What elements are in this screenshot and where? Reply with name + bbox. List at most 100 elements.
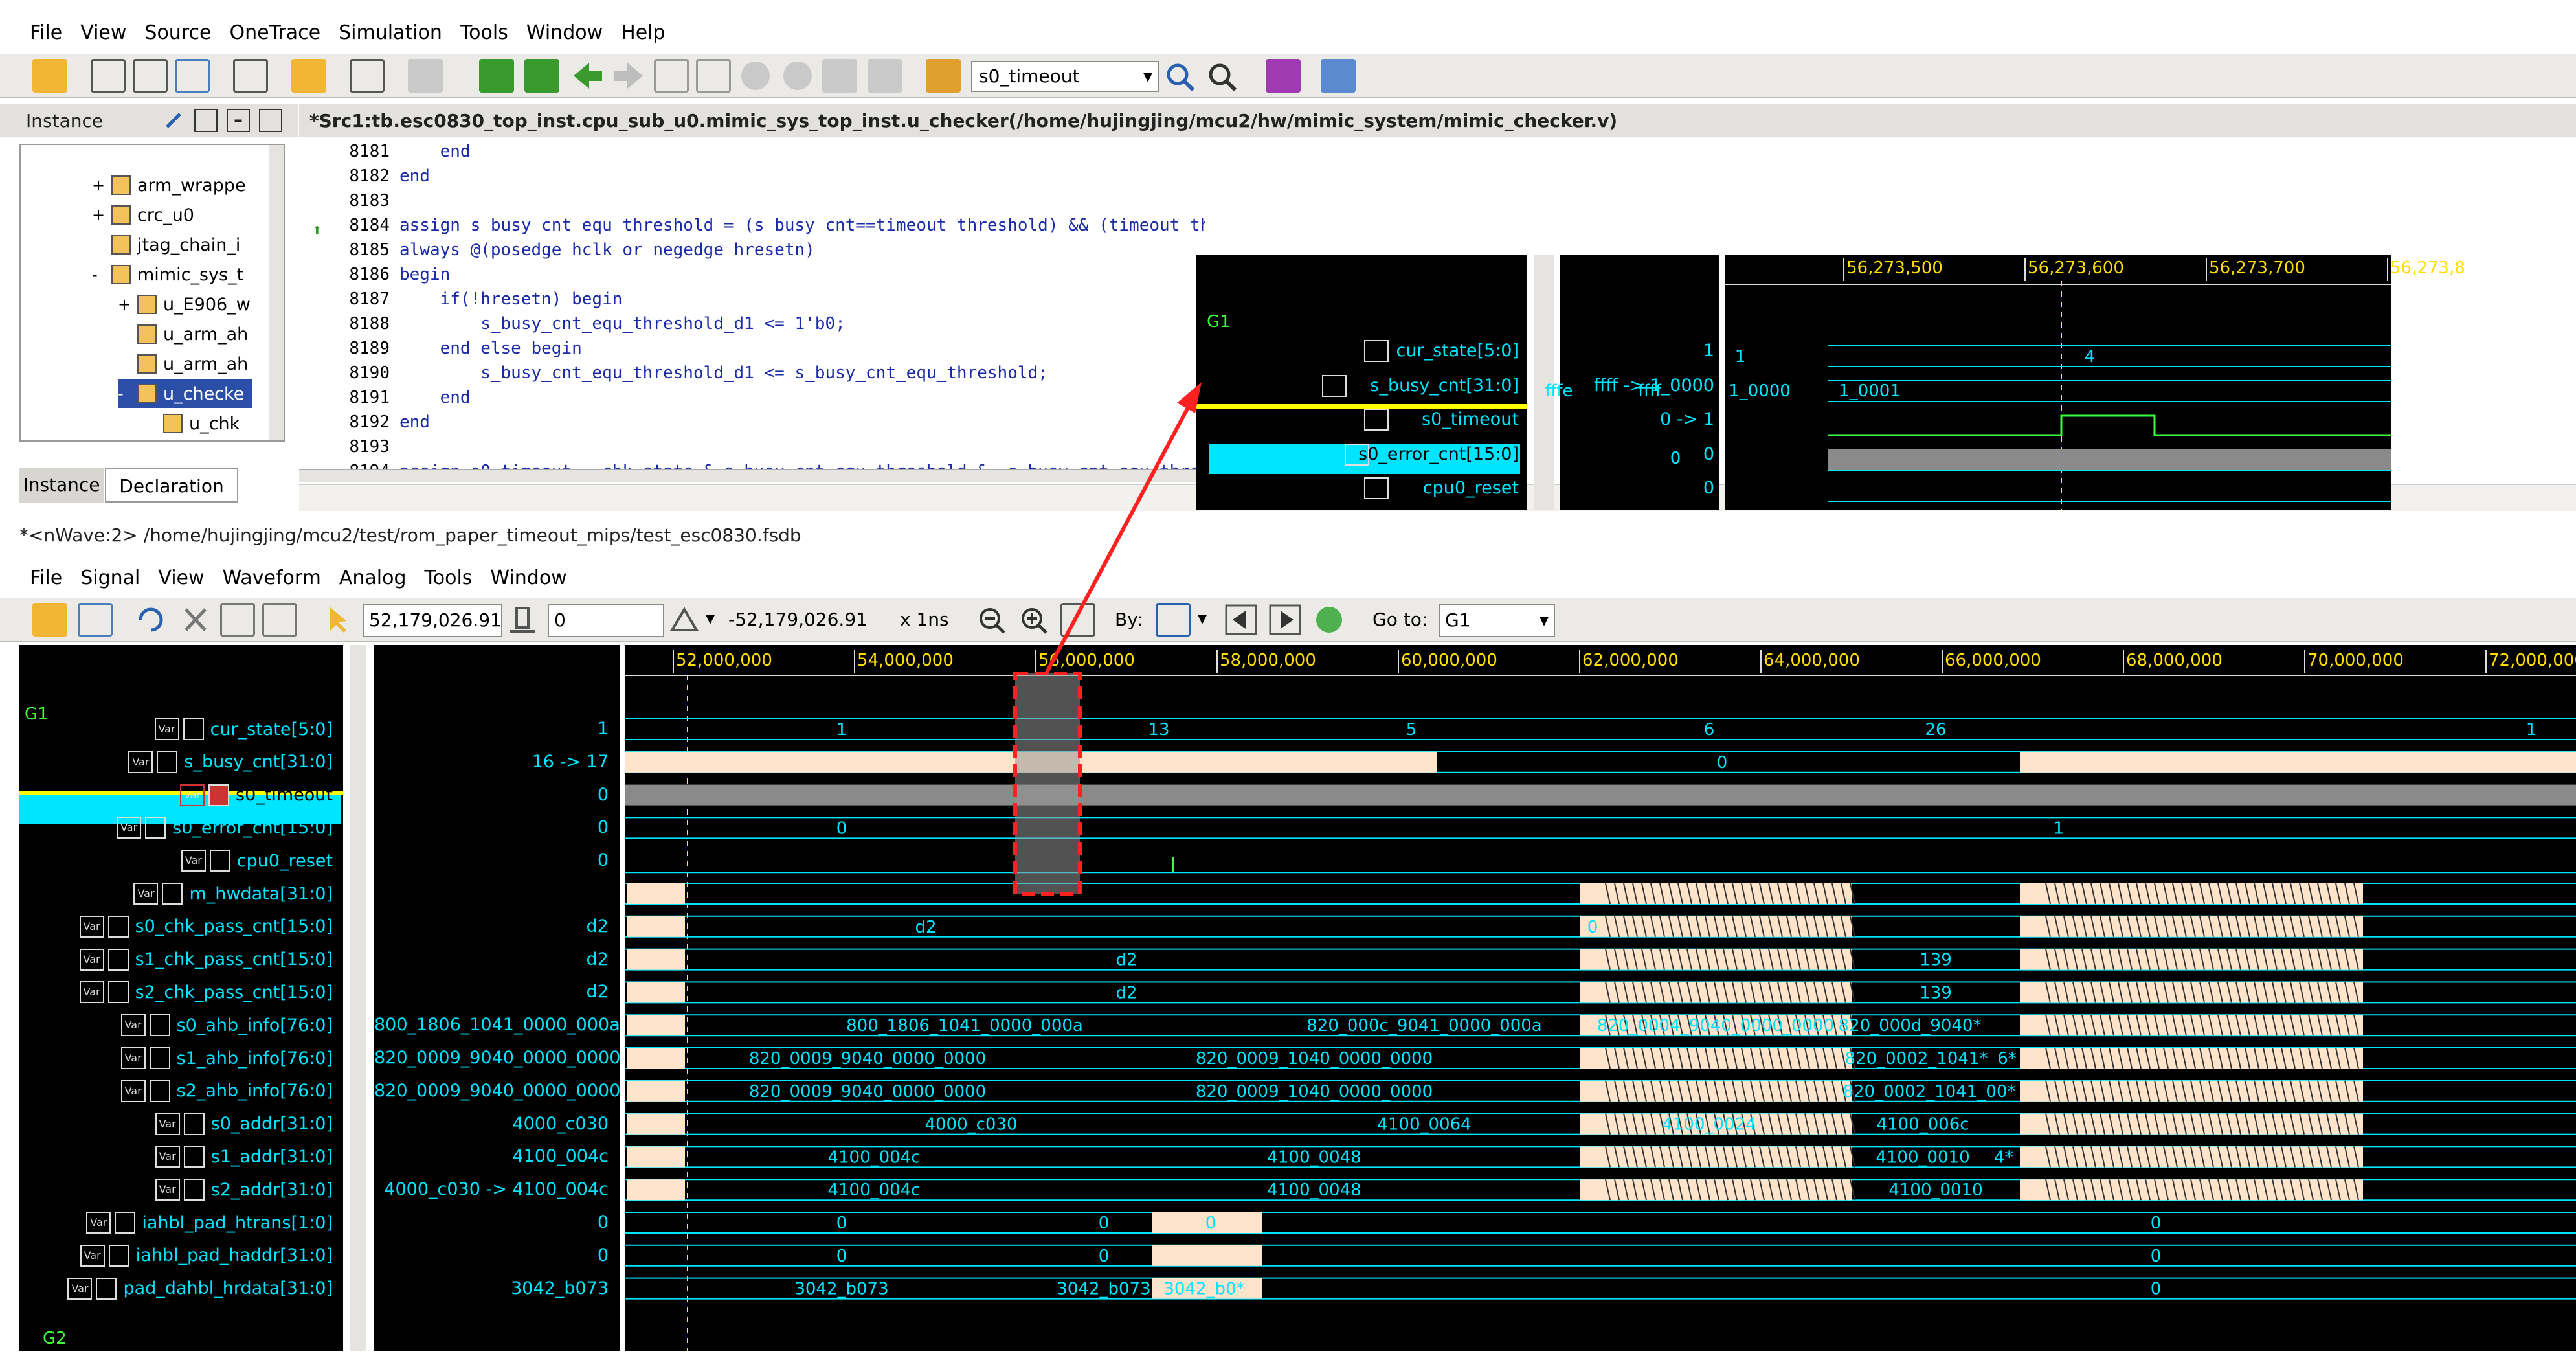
expand-icon[interactable]: + <box>92 206 111 224</box>
pin-icon[interactable] <box>162 109 185 132</box>
signal-name-row[interactable]: Var s2_chk_pass_cnt[15:0] <box>19 977 341 1008</box>
by-dropdown-icon[interactable]: ▾ <box>1198 607 1207 629</box>
nwave-menu-view[interactable]: View <box>158 567 204 589</box>
tab-instance[interactable]: Instance <box>19 468 104 503</box>
signal-name-row[interactable]: Var s1_ahb_info[76:0] <box>19 1043 341 1074</box>
up-icon[interactable] <box>738 59 773 93</box>
cursor-time-field[interactable]: 52,179,026.91 <box>363 604 502 637</box>
nwave-menu-waveform[interactable]: Waveform <box>223 567 321 589</box>
nwave-menu-file[interactable]: File <box>30 567 62 589</box>
signal-name-row[interactable]: Var s0_addr[31:0] <box>19 1109 341 1140</box>
cut-icon[interactable] <box>178 603 213 637</box>
minimize-icon[interactable]: – <box>227 109 250 132</box>
window-icon[interactable] <box>233 59 268 93</box>
doc-icon[interactable] <box>408 59 443 93</box>
tree-item-jtag-chain[interactable]: jtag_chain_i <box>111 231 240 259</box>
delta-icon[interactable] <box>667 603 702 637</box>
marker-icon[interactable] <box>505 603 540 637</box>
signal-select[interactable]: s0_timeout ▾ <box>971 61 1159 92</box>
connect2-icon[interactable] <box>868 59 902 93</box>
signal-name-row[interactable]: Var s1_addr[31:0] <box>19 1141 341 1172</box>
down-icon[interactable] <box>780 59 815 93</box>
menu-window[interactable]: Window <box>526 21 603 44</box>
trace-driver-icon[interactable] <box>524 59 559 93</box>
tree-item-crc-u0[interactable]: + crc_u0 <box>92 201 194 229</box>
open-folder-icon[interactable] <box>32 603 67 637</box>
search-next-icon[interactable] <box>1204 59 1239 93</box>
search-next-icon[interactable] <box>1268 603 1303 637</box>
signal-name-row[interactable]: Var s0_timeout <box>19 780 341 811</box>
edit-icon[interactable] <box>350 59 385 93</box>
signal-name-row[interactable]: Var s_busy_cnt[31:0] <box>19 747 341 778</box>
menu-tools[interactable]: Tools <box>460 21 508 44</box>
signal-name-row[interactable]: Var cur_state[5:0] <box>19 714 341 745</box>
cursor-icon[interactable] <box>320 603 355 637</box>
schematic-icon[interactable] <box>91 59 126 93</box>
signal-name-row[interactable]: Var s1_chk_pass_cnt[15:0] <box>19 944 341 975</box>
goto-select[interactable]: G1 ▾ <box>1439 604 1555 637</box>
tab-declaration[interactable]: Declaration <box>105 468 238 503</box>
menu-onetrace[interactable]: OneTrace <box>229 21 320 44</box>
tree-item-mimic-sys[interactable]: - mimic_sys_t <box>92 260 243 289</box>
nwave-menu-signal[interactable]: Signal <box>80 567 140 589</box>
tree-item-u-chk[interactable]: u_chk <box>163 409 240 438</box>
zoom-out-icon[interactable] <box>974 603 1009 637</box>
collapse-icon[interactable]: - <box>118 385 137 403</box>
signal-name-row[interactable]: Var m_hwdata[31:0] <box>19 878 341 909</box>
search-icon[interactable] <box>1162 59 1197 93</box>
nwave-menu-tools[interactable]: Tools <box>425 567 473 589</box>
search-prev-icon[interactable] <box>1224 603 1259 637</box>
property-icon[interactable] <box>1266 59 1301 93</box>
menu-file[interactable]: File <box>30 21 62 44</box>
folder-icon[interactable] <box>291 59 326 93</box>
menu-help[interactable]: Help <box>621 21 665 44</box>
expand-icon[interactable]: + <box>92 176 111 194</box>
connect-icon[interactable] <box>822 59 857 93</box>
marker-time-field[interactable]: 0 <box>548 604 664 637</box>
tree-item-u-arm-ah[interactable]: u_arm_ah <box>137 320 248 348</box>
menu-view[interactable]: View <box>80 21 126 44</box>
signal-name-row[interactable]: Var s0_ahb_info[76:0] <box>19 1010 341 1041</box>
paste-icon[interactable] <box>262 603 297 637</box>
copy-icon[interactable] <box>220 603 255 637</box>
arrow-right-icon[interactable] <box>612 59 647 93</box>
tree-item-u-checker[interactable]: - u_checke <box>118 379 252 408</box>
delta-dropdown-icon[interactable]: ▾ <box>706 607 715 629</box>
arrow-left-icon[interactable] <box>570 59 605 93</box>
tree-item-u-arm-ah-2[interactable]: u_arm_ah <box>137 350 248 378</box>
nwave-menu-window[interactable]: Window <box>490 567 566 589</box>
restore-icon[interactable] <box>1312 603 1347 637</box>
signal-name-row[interactable]: Var iahbl_pad_htrans[1:0] <box>19 1207 341 1238</box>
signal-name-row[interactable]: Var s2_ahb_info[76:0] <box>19 1076 341 1107</box>
nwave-icon[interactable] <box>1321 59 1356 93</box>
signal-icon[interactable] <box>926 59 961 93</box>
undo-icon[interactable] <box>133 603 168 637</box>
reload-icon[interactable] <box>78 603 113 637</box>
load-l-icon[interactable] <box>696 59 731 93</box>
signal-name-row[interactable]: Var s2_addr[31:0] <box>19 1174 341 1205</box>
signal-name-row[interactable]: Var s0_chk_pass_cnt[15:0] <box>19 911 341 942</box>
maximize-icon[interactable] <box>259 109 282 132</box>
undock-icon[interactable] <box>194 109 218 132</box>
signal-name-row[interactable]: Var s0_error_cnt[15:0] <box>19 812 341 843</box>
open-folder-icon[interactable] <box>32 59 67 93</box>
driver-d-icon[interactable] <box>654 59 689 93</box>
hierarchy-icon[interactable] <box>175 59 210 93</box>
signal-name-row[interactable]: Var iahbl_pad_haddr[31:0] <box>19 1240 341 1271</box>
zoom-in-icon[interactable] <box>1016 603 1051 637</box>
tree-item-arm-wrapper[interactable]: + arm_wrappe <box>92 171 246 199</box>
source-hscrollbar[interactable] <box>299 469 1205 482</box>
search-by-icon[interactable] <box>1156 603 1191 637</box>
collapse-icon[interactable]: - <box>92 266 111 284</box>
signal-pane-scrollbar[interactable] <box>350 645 366 1351</box>
menu-simulation[interactable]: Simulation <box>339 21 442 44</box>
tree-vscrollbar[interactable] <box>269 145 284 440</box>
signal-name-row[interactable]: Var cpu0_reset <box>19 845 341 876</box>
expand-icon[interactable]: + <box>118 295 137 313</box>
signal-name-row[interactable]: Var pad_dahbl_hrdata[31:0] <box>19 1273 341 1304</box>
menu-source[interactable]: Source <box>144 21 211 44</box>
tree-item-u-e906[interactable]: + u_E906_w <box>118 290 251 319</box>
zoom-fit-icon[interactable] <box>1060 603 1095 637</box>
fsm-icon[interactable] <box>133 59 168 93</box>
nwave-menu-analog[interactable]: Analog <box>339 567 407 589</box>
